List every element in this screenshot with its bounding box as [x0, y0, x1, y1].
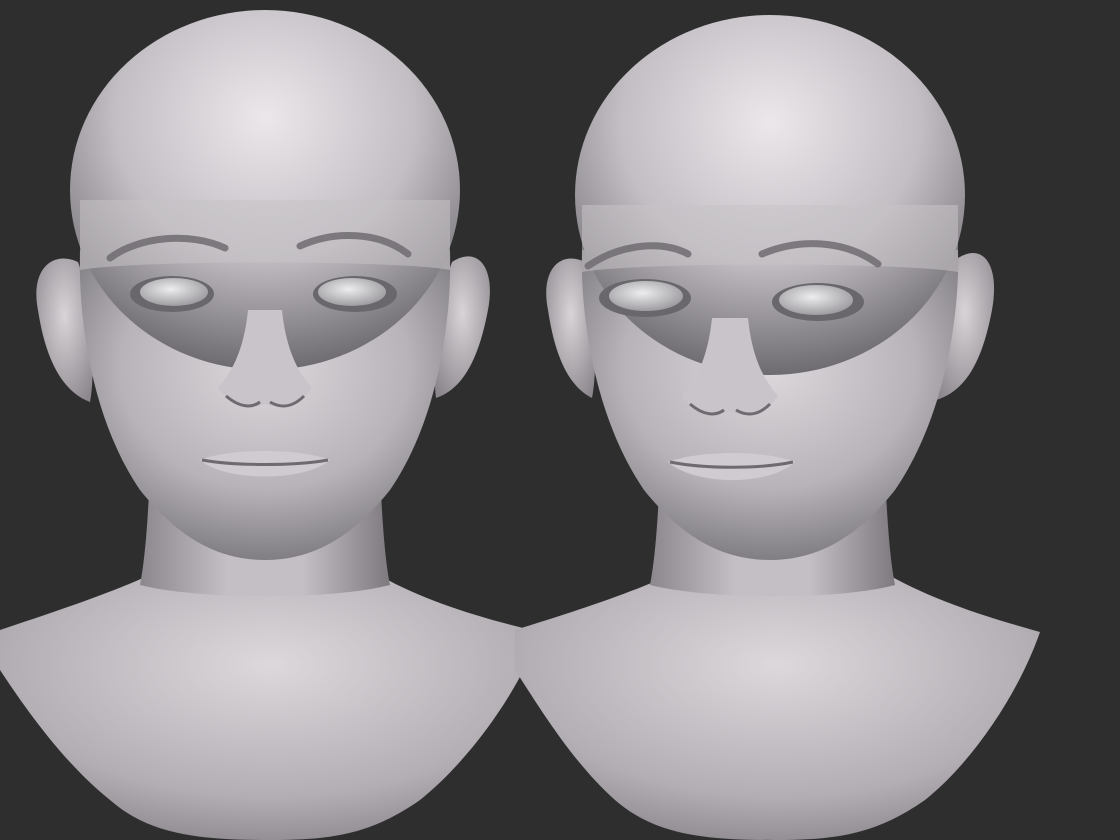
left-bust-chest: [0, 570, 540, 840]
left-bust-forehead-blend: [80, 200, 450, 270]
right-bust[interactable]: [515, 15, 1040, 840]
left-bust[interactable]: [0, 10, 540, 840]
right-bust-right-eyeball: [779, 285, 853, 315]
right-bust-left-eyeball: [609, 281, 683, 311]
right-bust-skull: [575, 15, 965, 375]
sculpt-viewport[interactable]: [0, 0, 1120, 840]
right-bust-forehead-blend: [582, 205, 958, 272]
left-eyeball: [140, 278, 208, 306]
right-eyeball: [318, 278, 386, 306]
right-bust-chest: [515, 570, 1040, 840]
render-canvas: [0, 10, 1040, 840]
